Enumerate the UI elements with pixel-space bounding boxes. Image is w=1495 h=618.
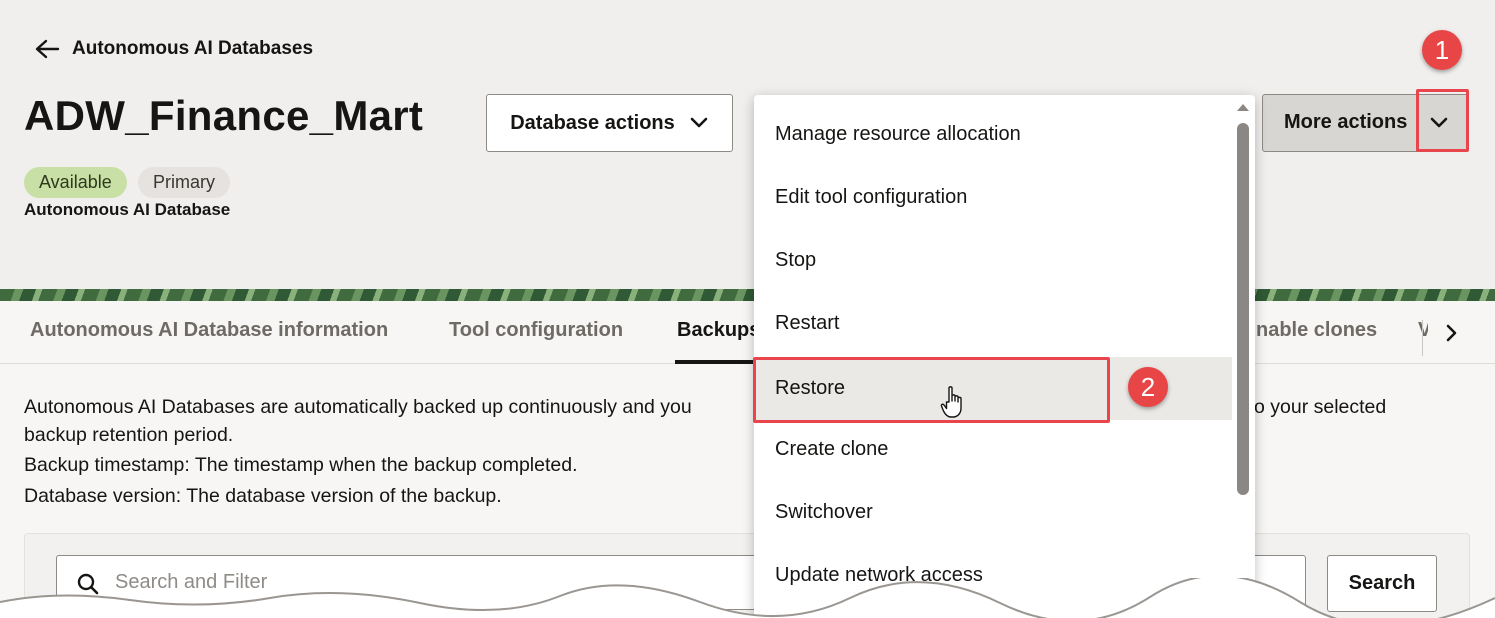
description-line-4: Database version: The database version o… <box>24 485 502 507</box>
resource-type-label: Autonomous AI Database <box>24 200 231 219</box>
description-line-1: Autonomous AI Databases are automaticall… <box>24 396 692 418</box>
back-link-label: Autonomous AI Databases <box>72 38 314 59</box>
tab-tool-configuration[interactable]: Tool configuration <box>449 319 623 342</box>
menu-scrollbar[interactable] <box>1237 123 1249 495</box>
chevron-down-icon <box>689 113 709 133</box>
decorative-banner <box>0 289 1495 301</box>
page-title: ADW_Finance_Mart <box>24 92 424 139</box>
menu-item-switchover[interactable]: Switchover <box>754 481 1232 544</box>
scroll-up-arrow-icon[interactable] <box>1236 102 1250 112</box>
role-badge: Primary <box>138 167 230 198</box>
database-actions-button[interactable]: Database actions <box>486 94 733 152</box>
description-line-2: backup retention period. <box>24 424 234 446</box>
more-actions-highlight <box>1416 89 1469 152</box>
tab-scroll-divider <box>1422 320 1423 356</box>
status-badge: Available <box>24 167 127 198</box>
tab-bar: Autonomous AI Database information Tool … <box>0 301 1495 364</box>
active-tab-indicator <box>675 360 755 364</box>
description-line-3: Backup timestamp: The timestamp when the… <box>24 454 578 476</box>
hand-pointer-icon <box>940 386 962 418</box>
menu-item-edit-tool-configuration[interactable]: Edit tool configuration <box>754 166 1232 229</box>
chevron-right-icon <box>1446 324 1456 342</box>
step-callout-2: 2 <box>1128 367 1168 407</box>
step-callout-1: 1 <box>1422 30 1462 70</box>
tab-database-information[interactable]: Autonomous AI Database information <box>30 319 388 342</box>
database-actions-label: Database actions <box>510 111 675 134</box>
tab-scroll-right-button[interactable] <box>1428 303 1473 363</box>
menu-item-create-clone[interactable]: Create clone <box>754 418 1232 481</box>
menu-item-manage-resource-allocation[interactable]: Manage resource allocation <box>754 103 1232 166</box>
menu-item-stop[interactable]: Stop <box>754 229 1232 292</box>
tab-refreshable-clones[interactable]: nable clones <box>1256 319 1377 342</box>
back-arrow-icon <box>35 39 60 59</box>
torn-edge-decoration <box>0 578 1495 618</box>
description-line-1-tail: o your selected <box>1254 396 1387 418</box>
menu-item-restart[interactable]: Restart <box>754 292 1232 355</box>
back-link[interactable]: Autonomous AI Databases <box>34 36 313 62</box>
more-actions-label: More actions <box>1284 111 1408 133</box>
restore-highlight <box>753 357 1110 423</box>
tab-backups[interactable]: Backups <box>677 319 760 342</box>
